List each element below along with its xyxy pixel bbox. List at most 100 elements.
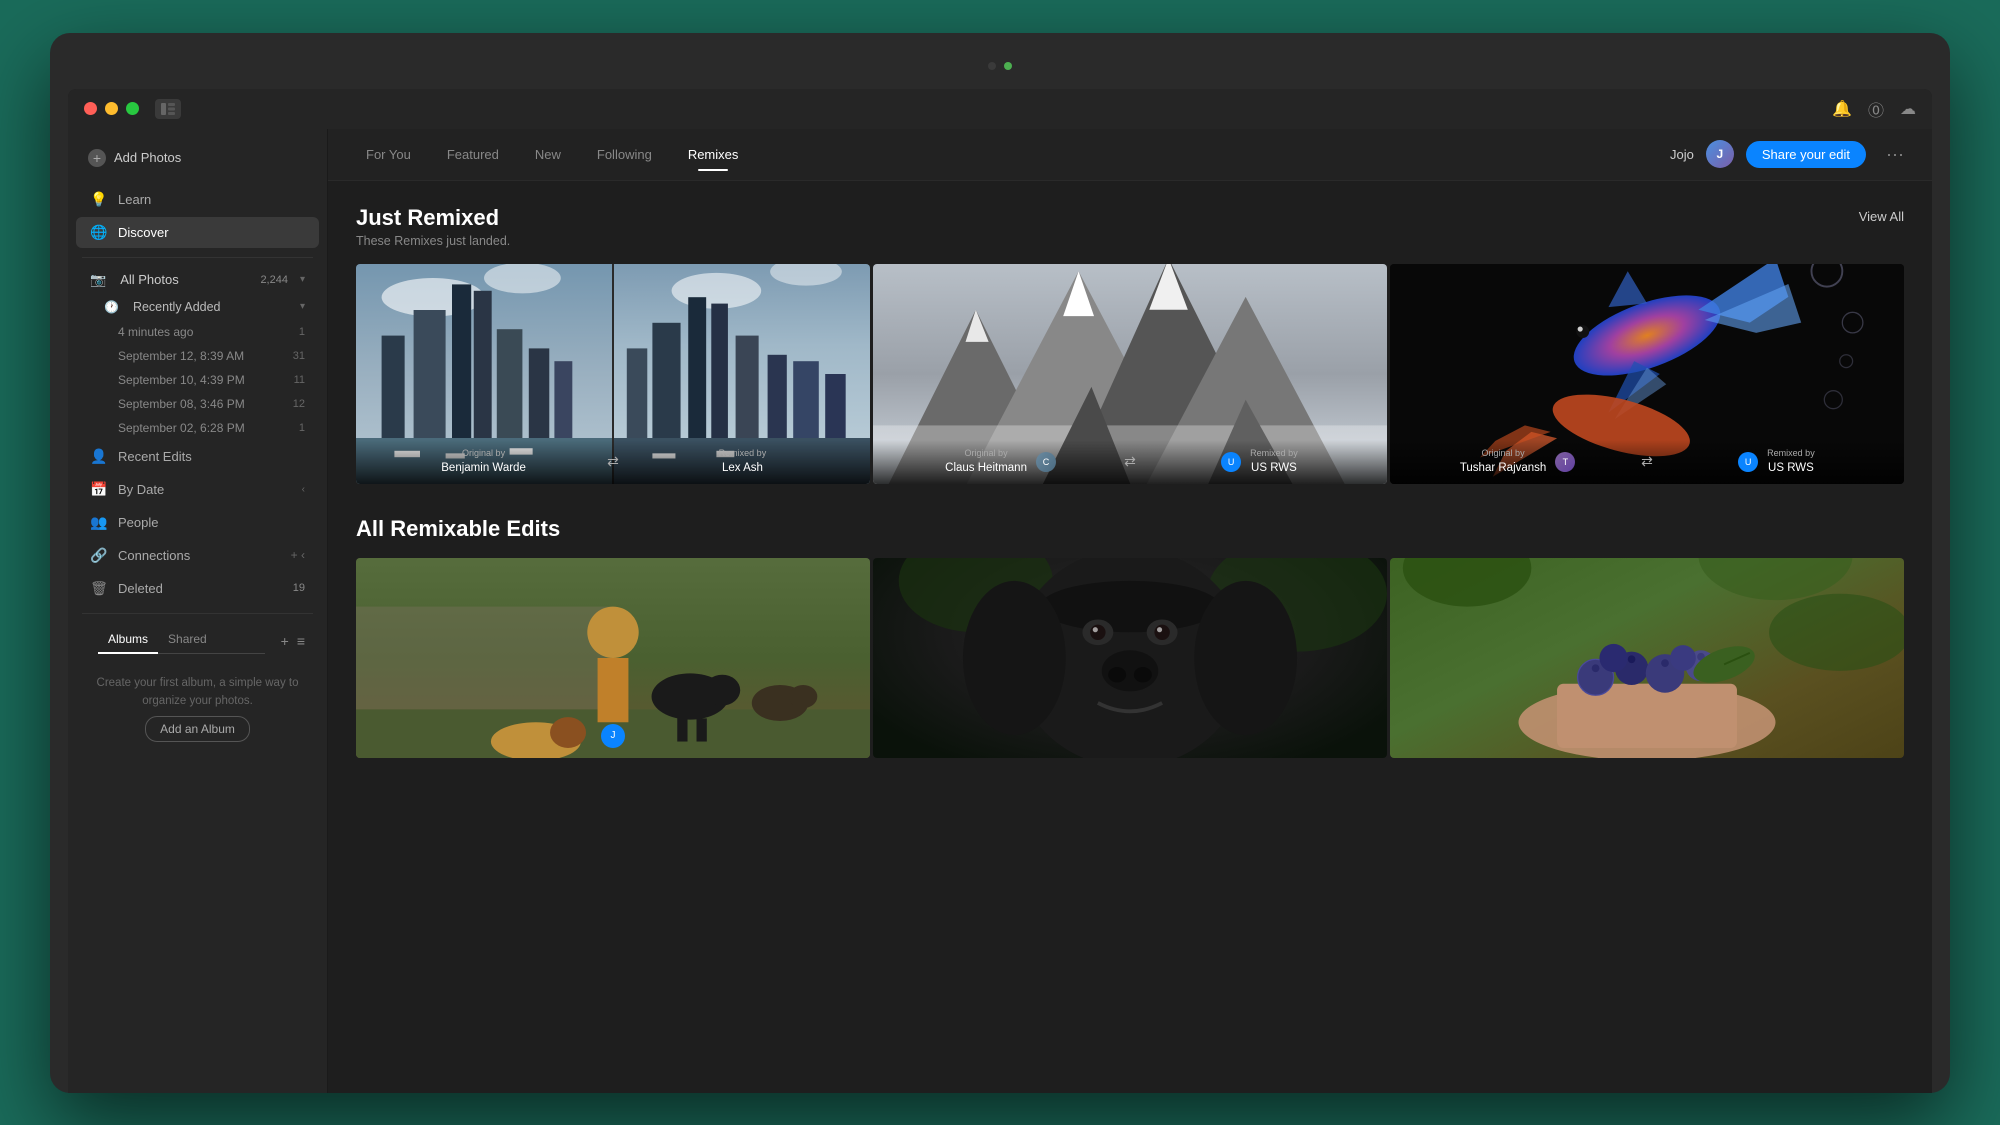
laptop-camera-bar — [68, 51, 1932, 81]
sidebar-divider-1 — [82, 257, 313, 258]
sidebar-item-connections[interactable]: 🔗 Connections + ‹ — [76, 540, 319, 571]
sidebar-item-discover[interactable]: 🌐 Discover — [76, 217, 319, 248]
camera-dot-1 — [988, 62, 996, 70]
recently-added-item-3[interactable]: September 08, 3:46 PM 12 — [76, 393, 319, 415]
share-edit-button[interactable]: Share your edit — [1746, 141, 1866, 168]
all-photos-badge: 2,244 — [260, 274, 288, 286]
camera-dot-2 — [1004, 62, 1012, 70]
city-remixed-by: Lex Ash — [722, 462, 763, 474]
nav-tab-new[interactable]: New — [517, 139, 579, 170]
all-photos-header[interactable]: 📷 All Photos 2,244 ▾ — [76, 267, 319, 293]
content-area[interactable]: Just Remixed These Remixes just landed. … — [328, 181, 1932, 1093]
photo-card-city[interactable]: Original by Benjamin Warde ⇄ Remixed by … — [356, 264, 870, 484]
fish-original-by: Tushar Rajvansh — [1460, 462, 1547, 474]
recently-added-item-label-0: 4 minutes ago — [118, 325, 193, 339]
nav-tab-featured[interactable]: Featured — [429, 139, 517, 170]
people-label: People — [118, 515, 158, 530]
discover-icon: 🌐 — [90, 224, 108, 241]
all-remixable-header: All Remixable Edits — [356, 516, 1904, 542]
sort-albums-icon[interactable]: ≡ — [297, 633, 305, 649]
recently-added-item-badge-1: 31 — [293, 350, 305, 362]
help-icon[interactable]: ⓪ — [1868, 97, 1884, 121]
sidebar-toggle-icon[interactable] — [155, 99, 181, 119]
recently-added-item-2[interactable]: September 10, 4:39 PM 11 — [76, 369, 319, 391]
cloud-icon[interactable]: ☁ — [1900, 99, 1916, 119]
just-remixed-subtitle: These Remixes just landed. — [356, 234, 510, 248]
add-photos-label: Add Photos — [114, 150, 181, 165]
photo-card-fish[interactable]: Original by Tushar Rajvansh T ⇄ U — [1390, 264, 1904, 484]
title-bar-icons — [155, 99, 181, 119]
just-remixed-title: Just Remixed — [356, 205, 510, 231]
nav-tab-following[interactable]: Following — [579, 139, 670, 170]
album-empty-message: Create your first album, a simple way to… — [68, 658, 327, 759]
main-content: For You Featured New Following Remixes J… — [328, 129, 1932, 1093]
sidebar: + Add Photos 💡 Learn 🌐 Discover 📷 All Ph… — [68, 129, 328, 1093]
just-remixed-grid: Original by Benjamin Warde ⇄ Remixed by … — [356, 264, 1904, 484]
sidebar-item-label-discover: Discover — [118, 225, 169, 240]
remixable-card-gorilla[interactable] — [873, 558, 1387, 758]
maximize-button[interactable] — [126, 102, 139, 115]
recently-added-header[interactable]: 🕐 Recently Added ▾ — [76, 295, 319, 319]
trash-icon: 🗑 — [90, 580, 108, 597]
user-avatar: J — [1706, 140, 1734, 168]
mountain-original-by: Claus Heitmann — [945, 462, 1027, 474]
recently-added-chevron: ▾ — [300, 301, 305, 312]
app-container: + Add Photos 💡 Learn 🌐 Discover 📷 All Ph… — [68, 129, 1932, 1093]
recent-edits-icon: 👤 — [90, 448, 108, 465]
recently-added-item-badge-2: 11 — [294, 374, 305, 386]
all-photos-chevron: ▾ — [300, 274, 305, 285]
people-icon: 👥 — [90, 514, 108, 531]
just-remixed-header: Just Remixed These Remixes just landed. … — [356, 205, 1904, 248]
notification-icon[interactable]: 🔔 — [1832, 99, 1852, 119]
top-nav: For You Featured New Following Remixes J… — [328, 129, 1932, 181]
recently-added-item-4[interactable]: September 02, 6:28 PM 1 — [76, 417, 319, 439]
nav-tabs: For You Featured New Following Remixes — [348, 139, 1670, 170]
more-options-button[interactable]: ··· — [1878, 140, 1912, 169]
recently-added-item-label-2: September 10, 4:39 PM — [118, 373, 245, 387]
recently-added-item-1[interactable]: September 12, 8:39 AM 31 — [76, 345, 319, 367]
sidebar-item-recent-edits[interactable]: 👤 Recent Edits — [76, 441, 319, 472]
album-empty-text: Create your first album, a simple way to… — [97, 677, 299, 707]
sidebar-item-label-learn: Learn — [118, 192, 151, 207]
remixable-card-blueberries[interactable] — [1390, 558, 1904, 758]
recently-added-label: Recently Added — [133, 300, 221, 314]
by-date-icon: 📅 — [90, 481, 108, 498]
albums-tab-albums[interactable]: Albums — [98, 628, 158, 654]
remixable-grid: J — [356, 558, 1904, 758]
deleted-label: Deleted — [118, 581, 163, 596]
recently-added-item-label-1: September 12, 8:39 AM — [118, 349, 244, 363]
add-album-button[interactable]: Add an Album — [145, 716, 250, 742]
remixable-card-dogs[interactable]: J — [356, 558, 870, 758]
user-name: Jojo — [1670, 147, 1694, 162]
sidebar-item-deleted[interactable]: 🗑 Deleted 19 — [76, 573, 319, 604]
nav-tab-remixes[interactable]: Remixes — [670, 139, 757, 170]
nav-tab-for-you[interactable]: For You — [348, 139, 429, 170]
connections-label: Connections — [118, 548, 190, 563]
nav-right: Jojo J Share your edit ··· — [1670, 140, 1912, 169]
sidebar-item-by-date[interactable]: 📅 By Date ‹ — [76, 474, 319, 505]
by-date-label: By Date — [118, 482, 164, 497]
recently-added-item-0[interactable]: 4 minutes ago 1 — [76, 321, 319, 343]
albums-tab-shared[interactable]: Shared — [158, 628, 217, 654]
add-album-icon[interactable]: + — [281, 633, 289, 649]
photo-card-mountain[interactable]: Original by Claus Heitmann C ⇄ U — [873, 264, 1387, 484]
sidebar-item-people[interactable]: 👥 People — [76, 507, 319, 538]
just-remixed-title-block: Just Remixed These Remixes just landed. — [356, 205, 510, 248]
add-photos-button[interactable]: + Add Photos — [76, 141, 319, 175]
title-bar: 🔔 ⓪ ☁ — [68, 89, 1932, 129]
minimize-button[interactable] — [105, 102, 118, 115]
mountain-remixed-by: US RWS — [1251, 462, 1297, 474]
sidebar-item-learn[interactable]: 💡 Learn — [76, 184, 319, 215]
add-icon: + — [88, 149, 106, 167]
traffic-lights — [84, 102, 139, 115]
screen: 🔔 ⓪ ☁ + Add Photos 💡 Learn 🌐 Discover — [68, 89, 1932, 1093]
recently-added-item-badge-0: 1 — [299, 326, 305, 338]
laptop-frame: 🔔 ⓪ ☁ + Add Photos 💡 Learn 🌐 Discover — [50, 33, 1950, 1093]
recently-added-item-label-4: September 02, 6:28 PM — [118, 421, 245, 435]
learn-icon: 💡 — [90, 191, 108, 208]
recently-added-item-label-3: September 08, 3:46 PM — [118, 397, 245, 411]
recently-added-item-badge-3: 12 — [293, 398, 305, 410]
close-button[interactable] — [84, 102, 97, 115]
view-all-link[interactable]: View All — [1859, 209, 1904, 224]
all-photos-label: All Photos — [120, 272, 179, 287]
